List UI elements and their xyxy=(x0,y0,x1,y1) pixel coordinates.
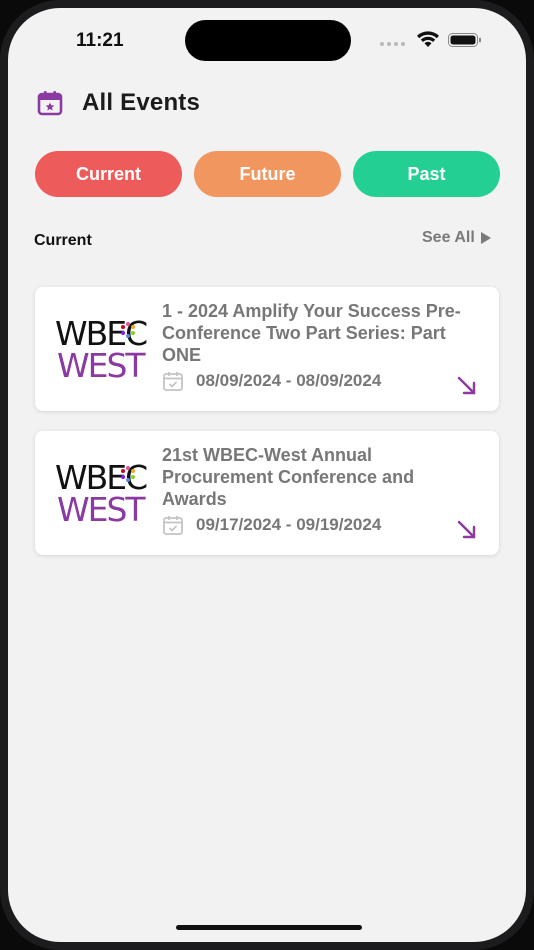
tab-future[interactable]: Future xyxy=(194,151,341,197)
section-title: Current xyxy=(34,232,92,249)
play-arrow-icon xyxy=(480,232,491,244)
see-all-button[interactable]: See All xyxy=(422,229,491,247)
event-title: 1 - 2024 Amplify Your Success Pre-Confer… xyxy=(162,301,461,365)
calendar-star-icon xyxy=(37,91,63,116)
arrow-down-right-icon[interactable] xyxy=(455,518,479,542)
tab-past[interactable]: Past xyxy=(353,151,500,197)
dynamic-island xyxy=(185,20,351,61)
app-screen: 11:21 All Events Current Future Past Cur… xyxy=(8,8,526,942)
event-date-row: 09/17/2024 - 09/19/2024 xyxy=(162,514,381,536)
see-all-label: See All xyxy=(422,229,475,246)
status-bar: 11:21 xyxy=(8,8,526,68)
logo-wordmark-bottom: WEST xyxy=(57,490,146,529)
event-filter-tabs: Current Future Past xyxy=(35,151,501,197)
event-card[interactable]: WBEC WEST 1 - 2024 Amplify Your Success … xyxy=(35,287,499,411)
status-time: 11:21 xyxy=(76,30,124,51)
logo-flower-icon xyxy=(121,322,135,338)
event-date-range: 09/17/2024 - 09/19/2024 xyxy=(196,515,382,534)
calendar-check-icon xyxy=(163,372,183,391)
wifi-icon xyxy=(417,31,439,47)
arrow-down-right-icon[interactable] xyxy=(455,374,479,398)
home-indicator[interactable] xyxy=(176,925,362,930)
wbec-west-logo: WBEC WEST xyxy=(55,317,148,387)
page-header: All Events xyxy=(8,78,526,128)
page-title: All Events xyxy=(82,89,201,116)
event-card[interactable]: WBEC WEST 21st WBEC-West Annual Procurem… xyxy=(35,431,499,555)
logo-flower-icon xyxy=(121,466,135,482)
calendar-check-icon xyxy=(163,516,183,535)
battery-icon xyxy=(448,33,481,47)
event-date-row: 08/09/2024 - 08/09/2024 xyxy=(162,370,381,392)
tab-current[interactable]: Current xyxy=(35,151,182,197)
event-date-range: 08/09/2024 - 08/09/2024 xyxy=(196,371,382,390)
event-title: 21st WBEC-West Annual Procurement Confer… xyxy=(162,445,415,509)
cellular-signal-icon xyxy=(380,42,408,47)
logo-wordmark-bottom: WEST xyxy=(57,346,146,385)
phone-frame: 11:21 All Events Current Future Past Cur… xyxy=(0,0,534,950)
wbec-west-logo: WBEC WEST xyxy=(55,461,148,531)
